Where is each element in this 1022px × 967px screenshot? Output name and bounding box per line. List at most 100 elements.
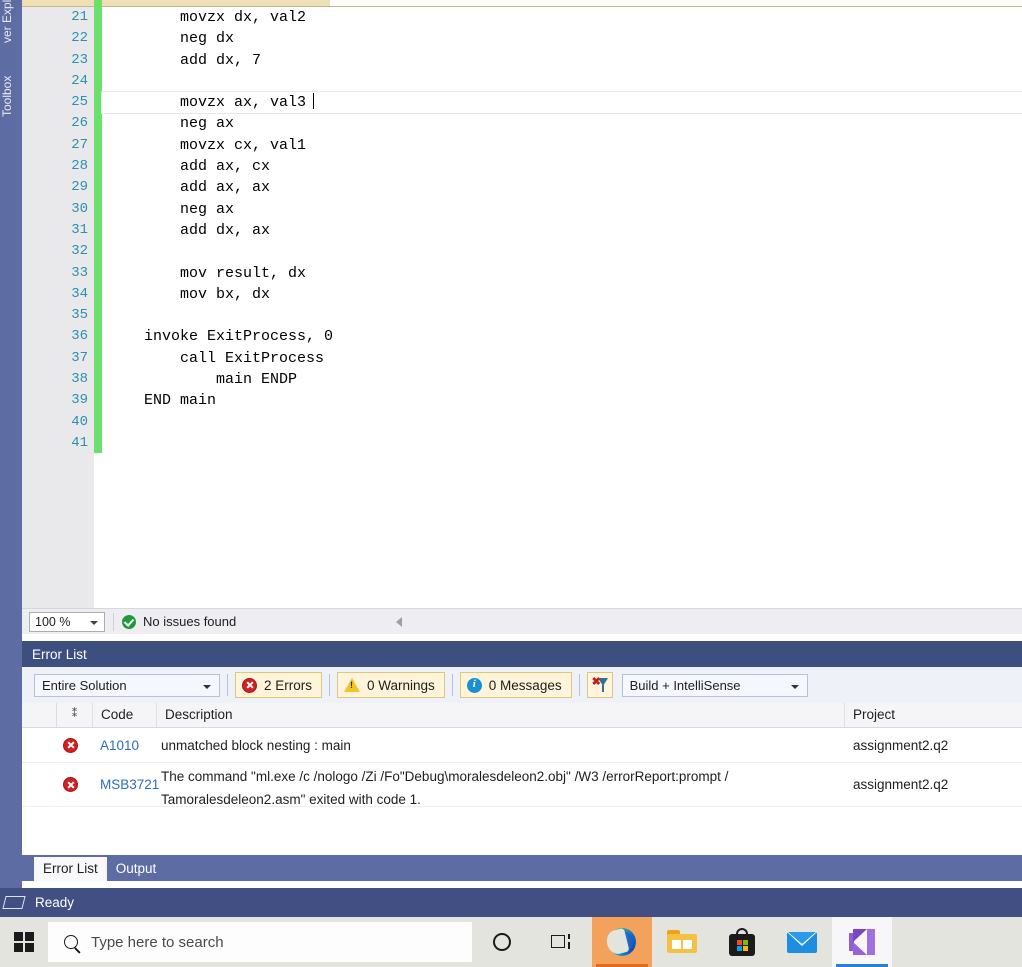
divider [329, 674, 331, 696]
divider [578, 674, 580, 696]
task-view-button[interactable] [532, 917, 592, 967]
code-line-41[interactable]: 41 [71, 433, 1022, 454]
error-icon [63, 777, 78, 792]
check-circle-icon [122, 614, 136, 629]
taskbar-app-file-explorer[interactable] [652, 917, 712, 967]
error-list-panel: Error List Entire Solution 2 Errors 0 Wa… [22, 641, 1022, 854]
code-line-32[interactable]: 32 [71, 241, 1022, 262]
error-icon [242, 677, 257, 693]
code-line-30[interactable]: 30 neg ax [71, 199, 1022, 220]
error-list-title: Error List [32, 646, 87, 662]
column-header-description[interactable]: Description [157, 703, 845, 727]
taskbar-app-visual-studio[interactable] [832, 917, 892, 967]
issues-status[interactable]: No issues found [122, 614, 236, 629]
editor-tabstrip-edge [0, 0, 1022, 7]
line-text: neg dx [144, 30, 235, 48]
code-line-35[interactable]: 35 [71, 305, 1022, 326]
line-number: 33 [71, 264, 88, 281]
code-line-33[interactable]: 33 mov result, dx [71, 263, 1022, 284]
left-triangle-icon[interactable] [396, 616, 403, 627]
error-list-rows: A1010 unmatched block nesting : main ass… [22, 728, 1022, 854]
left-dock-strip: ver Explorer Toolbox [0, 0, 22, 888]
code-line-31[interactable]: 31 add dx, ax [71, 220, 1022, 241]
build-scope-value: Build + IntelliSense [629, 677, 741, 693]
build-scope-combobox[interactable]: Build + IntelliSense [621, 673, 808, 697]
changebar-top-nib [94, 0, 102, 7]
code-line-38[interactable]: 38 main ENDP [71, 369, 1022, 390]
taskbar-app-microsoft-store[interactable] [712, 917, 772, 967]
divider [227, 674, 228, 696]
code-line-23[interactable]: 23 add dx, 7 [71, 50, 1022, 71]
chevron-down-icon [790, 684, 799, 689]
windows-taskbar: Type here to search [0, 917, 1022, 967]
code-line-34[interactable]: 34 mov bx, dx [71, 284, 1022, 305]
messages-toggle-button[interactable]: 0 Messages [459, 672, 572, 698]
line-number: 37 [71, 349, 88, 366]
code-line-40[interactable]: 40 [71, 412, 1022, 433]
row-description: The command "ml.exe /c /nologo /Zi /Fo"D… [157, 763, 845, 807]
tab-error-list[interactable]: Error List [34, 857, 107, 881]
code-line-28[interactable]: 28 add ax, cx [71, 156, 1022, 177]
code-line-27[interactable]: 27 movzx cx, val1 [71, 135, 1022, 156]
column-header-severity[interactable]: ⁑ [57, 703, 93, 727]
line-text: movzx dx, val2 [144, 9, 307, 26]
chevron-down-icon [90, 620, 98, 625]
code-editor[interactable]: 21 movzx dx, val2 22 neg dx 23 add dx, 7 24… [22, 7, 1022, 608]
code-line-22[interactable]: 22 neg dx [71, 28, 1022, 49]
taskbar-app-microsoft-edge[interactable] [592, 917, 652, 967]
line-text: add ax, cx [144, 158, 271, 176]
line-number: 21 [71, 9, 88, 25]
dock-tab-server-explorer[interactable]: ver Explorer [0, 0, 22, 76]
code-line-26[interactable]: 26 neg ax [71, 113, 1022, 134]
code-line-37[interactable]: 37 call ExitProcess [71, 348, 1022, 369]
row-description-text-line2: Tamoralesdeleon2.asm" exited with code 1… [161, 792, 421, 807]
scope-combobox[interactable]: Entire Solution [34, 673, 220, 697]
mail-icon [787, 931, 817, 953]
taskbar-search-placeholder: Type here to search [91, 933, 224, 951]
visual-studio-icon [849, 929, 875, 955]
red-x-icon: ✖ [591, 676, 601, 688]
code-line-39[interactable]: 39 END main [71, 390, 1022, 411]
error-icon [63, 737, 78, 753]
editor-change-bar [94, 7, 102, 453]
zoom-level-combobox[interactable]: 100 % [29, 611, 105, 632]
line-number: 22 [71, 30, 88, 47]
line-number: 27 [71, 136, 88, 153]
zoom-level-value: 100 % [35, 614, 71, 629]
code-text-area[interactable]: 21 movzx dx, val2 22 neg dx 23 add dx, 7 24… [71, 7, 1022, 608]
cortana-button[interactable] [472, 917, 532, 967]
code-line-29[interactable]: 29 add ax, ax [71, 177, 1022, 198]
start-button[interactable] [0, 917, 48, 967]
tab-output[interactable]: Output [106, 857, 166, 881]
dock-tab-toolbox[interactable]: Toolbox [0, 76, 22, 142]
panel-tab-strip: Error List Output [22, 855, 1022, 881]
code-line-21[interactable]: 21 movzx dx, val2 [71, 7, 1022, 28]
row-code[interactable]: MSB3721 [93, 763, 159, 806]
column-header-selector[interactable] [22, 703, 57, 727]
line-number: 39 [71, 392, 88, 409]
column-header-project[interactable]: Project [845, 703, 1022, 727]
info-icon [466, 677, 482, 693]
search-icon [64, 935, 78, 949]
code-line-25[interactable]: 25 movzx ax, val3 [71, 91, 1022, 115]
taskbar-app-mail[interactable] [772, 917, 832, 967]
line-text: movzx ax, val3 [144, 94, 307, 112]
line-text: add dx, 7 [144, 51, 262, 69]
line-number: 28 [71, 158, 88, 175]
visual-studio-window: ver Explorer Toolbox 21 movzx dx, val2 22… [0, 0, 1022, 967]
table-row[interactable]: MSB3721 The command "ml.exe /c /nologo /… [22, 763, 1022, 807]
row-severity [63, 728, 93, 762]
clear-filter-button[interactable]: ✖ [586, 672, 613, 698]
warnings-toggle-button[interactable]: 0 Warnings [337, 672, 445, 698]
column-header-code[interactable]: Code [93, 703, 157, 727]
microsoft-store-icon [729, 928, 755, 956]
line-number: 23 [71, 51, 88, 68]
line-text: call ExitProcess [144, 349, 325, 367]
table-row[interactable]: A1010 unmatched block nesting : main ass… [22, 728, 1022, 763]
divider [451, 674, 453, 696]
errors-toggle-button[interactable]: 2 Errors [235, 672, 323, 698]
code-line-36[interactable]: 36 invoke ExitProcess, 0 [71, 326, 1022, 347]
code-line-24[interactable]: 24 [71, 71, 1022, 92]
row-code[interactable]: A1010 [93, 728, 157, 762]
taskbar-search-input[interactable]: Type here to search [48, 922, 472, 962]
